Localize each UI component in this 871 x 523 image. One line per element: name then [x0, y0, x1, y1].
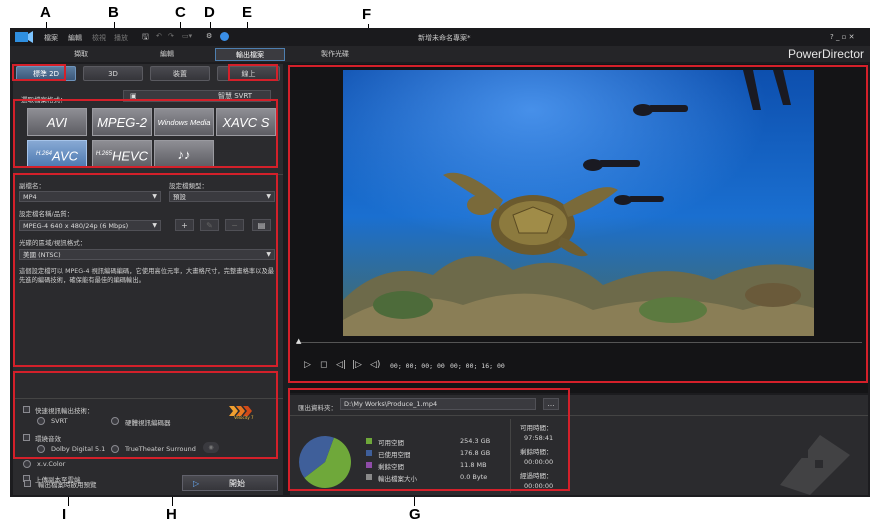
produce-play-icon: ▷	[193, 479, 200, 488]
callout-f: F	[362, 6, 372, 23]
callout-i: I	[62, 506, 67, 523]
notification-icon[interactable]	[220, 32, 229, 41]
menu-play[interactable]: 播放	[114, 33, 128, 43]
highlight-preview	[288, 65, 868, 383]
callout-e: E	[242, 4, 253, 21]
app-logo-icon	[14, 30, 34, 44]
menu-file[interactable]: 檔案	[44, 33, 58, 43]
brand-title: PowerDirector	[787, 47, 864, 61]
menu-edit[interactable]: 編輯	[68, 33, 82, 43]
settings-gear-icon[interactable]: ⚙	[206, 32, 212, 40]
start-button-label: 開始	[229, 479, 245, 488]
title-bar: 檔案 編輯 檢視 播放 🖫 ↶ ↷ ▭▾ ⚙ 新增未命名專案* ? _ ▫ ✕	[10, 28, 870, 46]
decorative-filmstrip-icon	[760, 425, 860, 495]
redo-icon[interactable]: ↷	[168, 32, 174, 40]
tab-device[interactable]: 裝置	[150, 66, 210, 81]
mode-create-disc[interactable]: 製作光碟	[300, 48, 370, 61]
callout-c: C	[175, 4, 186, 21]
preview-while-producing-label: 輸出檔案時啟用預覽	[38, 481, 97, 489]
mode-edit[interactable]: 編輯	[132, 48, 202, 61]
save-icon[interactable]: 🖫	[142, 31, 149, 45]
highlight-output-info	[288, 388, 570, 491]
mode-bar: 擷取 編輯 輸出檔案 製作光碟	[10, 46, 870, 62]
tab-3d[interactable]: 3D	[83, 66, 143, 81]
preview-while-producing-checkbox[interactable]	[24, 480, 31, 487]
callout-g: G	[409, 506, 421, 523]
aspect-ratio-icon[interactable]: ▭▾	[182, 32, 192, 40]
mode-produce[interactable]: 輸出檔案	[215, 48, 285, 61]
project-title: 新增未命名專案*	[418, 34, 471, 42]
menu-view[interactable]: 檢視	[92, 33, 106, 43]
highlight-options	[13, 371, 278, 459]
highlight-profile-settings	[13, 173, 278, 367]
xvcolor-toggle[interactable]	[23, 460, 31, 468]
xvcolor-label: x.v.Color	[37, 460, 66, 468]
callout-d: D	[204, 4, 215, 21]
mode-capture[interactable]: 擷取	[46, 48, 116, 61]
callout-h: H	[166, 506, 177, 523]
window-controls[interactable]: ? _ ▫ ✕	[830, 33, 855, 41]
callout-b: B	[108, 4, 119, 21]
highlight-format-grid	[13, 99, 278, 168]
callout-a: A	[40, 4, 51, 21]
undo-icon[interactable]: ↶	[156, 32, 162, 40]
highlight-tab-online	[228, 64, 278, 81]
start-button[interactable]: ▷ 開始	[182, 475, 278, 491]
highlight-tab-standard-2d	[12, 64, 66, 81]
